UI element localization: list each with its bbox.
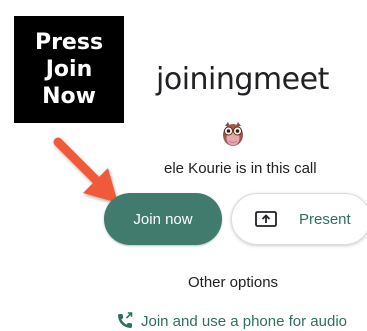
join-phone-audio-link[interactable]: Join and use a phone for audio	[116, 311, 347, 331]
meeting-title: joiningmeet	[156, 62, 329, 97]
phone-forward-icon	[118, 312, 133, 328]
phone-audio-label: Join and use a phone for audio	[141, 312, 347, 330]
present-button[interactable]: Present	[231, 193, 367, 245]
participants-in-call-text: ele Kourie is in this call	[164, 160, 317, 177]
callout-line-1: Press	[34, 30, 104, 55]
other-options-heading: Other options	[188, 274, 279, 291]
press-join-now-callout: Press Join Now	[14, 16, 124, 123]
callout-line-2: Join	[45, 57, 93, 82]
join-now-button[interactable]: Join now	[104, 193, 222, 245]
arrow-shape	[53, 137, 118, 203]
owl-avatar-icon	[223, 122, 243, 146]
join-meeting-screen: Press Join Now joiningmeet ele Kourie is…	[0, 0, 367, 331]
callout-line-3: Now	[42, 84, 96, 109]
present-screen-icon	[255, 211, 277, 227]
present-label: Present	[299, 210, 351, 228]
join-now-label: Join now	[133, 210, 193, 228]
